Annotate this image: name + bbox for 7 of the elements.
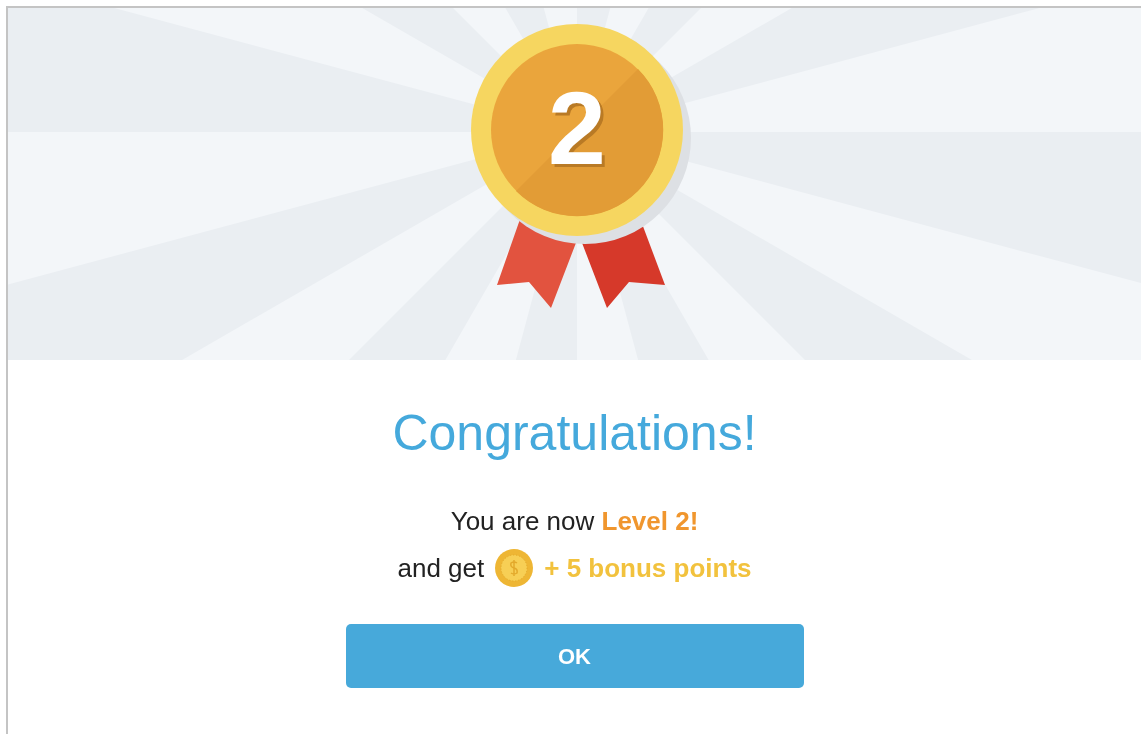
ok-button[interactable]: OK [345,624,804,688]
bonus-points: + 5 bonus points [544,555,752,581]
level-message: You are now Level 2! [450,508,699,534]
title: Congratulations! [392,408,757,458]
medal-number: 2 [548,70,606,186]
reward-text: and get [397,555,485,581]
coin-icon [494,548,535,588]
